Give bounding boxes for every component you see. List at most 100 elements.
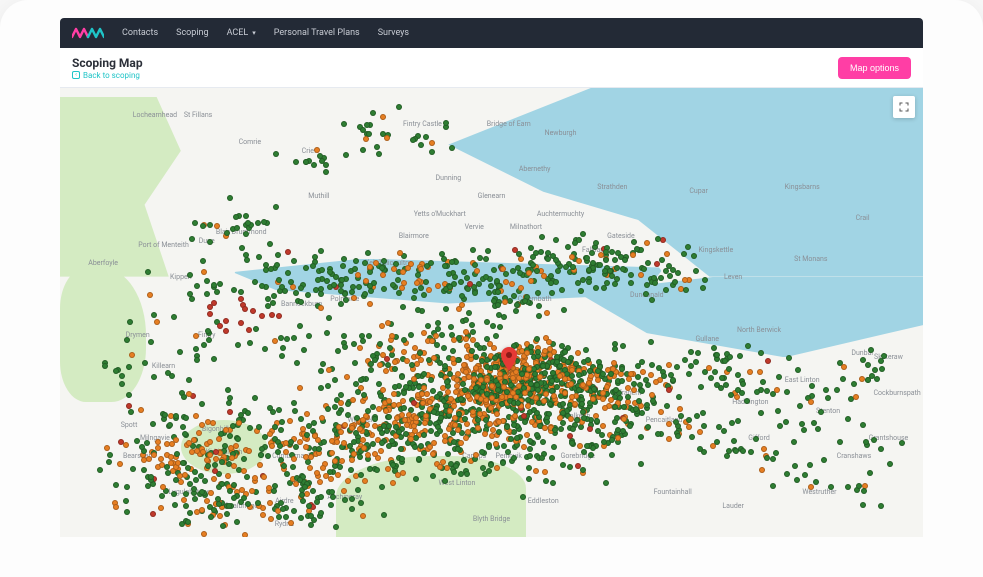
back-to-scoping-link[interactable]: ‹ Back to scoping <box>72 71 143 80</box>
data-point[interactable] <box>675 270 681 276</box>
data-point[interactable] <box>522 390 528 396</box>
data-point[interactable] <box>182 431 188 437</box>
data-point[interactable] <box>213 449 219 455</box>
data-point[interactable] <box>774 387 780 393</box>
data-point[interactable] <box>878 446 884 452</box>
data-point[interactable] <box>227 433 233 439</box>
data-point[interactable] <box>151 312 157 318</box>
data-point[interactable] <box>381 286 387 292</box>
data-point[interactable] <box>660 237 666 243</box>
data-point[interactable] <box>860 422 866 428</box>
data-point[interactable] <box>764 388 770 394</box>
data-point[interactable] <box>568 381 574 387</box>
data-point[interactable] <box>256 254 262 260</box>
data-point[interactable] <box>217 281 223 287</box>
data-point[interactable] <box>391 402 397 408</box>
data-point[interactable] <box>856 483 862 489</box>
data-point[interactable] <box>231 463 237 469</box>
data-point[interactable] <box>560 420 566 426</box>
data-point[interactable] <box>440 459 446 465</box>
data-point[interactable] <box>658 409 664 415</box>
data-point[interactable] <box>441 345 447 351</box>
data-point[interactable] <box>139 444 145 450</box>
data-point[interactable] <box>544 419 550 425</box>
data-point[interactable] <box>484 364 490 370</box>
data-point[interactable] <box>464 471 470 477</box>
data-point[interactable] <box>495 289 501 295</box>
data-point[interactable] <box>581 415 587 421</box>
data-point[interactable] <box>724 453 730 459</box>
data-point[interactable] <box>351 439 357 445</box>
data-point[interactable] <box>234 519 240 525</box>
data-point[interactable] <box>802 472 808 478</box>
data-point[interactable] <box>269 312 275 318</box>
data-point[interactable] <box>588 452 594 458</box>
data-point[interactable] <box>611 360 617 366</box>
data-point[interactable] <box>271 293 277 299</box>
data-point[interactable] <box>261 219 267 225</box>
data-point[interactable] <box>205 463 211 469</box>
data-point[interactable] <box>352 266 358 272</box>
data-point[interactable] <box>276 277 282 283</box>
data-point[interactable] <box>516 251 522 257</box>
data-point[interactable] <box>664 403 670 409</box>
data-point[interactable] <box>167 422 173 428</box>
data-point[interactable] <box>462 416 468 422</box>
data-point[interactable] <box>126 392 132 398</box>
data-point[interactable] <box>534 268 540 274</box>
data-point[interactable] <box>155 439 161 445</box>
data-point[interactable] <box>214 289 220 295</box>
data-point[interactable] <box>524 350 530 356</box>
data-point[interactable] <box>288 279 294 285</box>
data-point[interactable] <box>534 382 540 388</box>
data-point[interactable] <box>408 332 414 338</box>
data-point[interactable] <box>247 425 253 431</box>
data-point[interactable] <box>379 430 385 436</box>
data-point[interactable] <box>238 289 244 295</box>
data-point[interactable] <box>492 355 498 361</box>
data-point[interactable] <box>428 377 434 383</box>
data-point[interactable] <box>291 258 297 264</box>
data-point[interactable] <box>128 409 134 415</box>
data-point[interactable] <box>126 364 132 370</box>
data-point[interactable] <box>255 500 261 506</box>
data-point[interactable] <box>318 385 324 391</box>
data-point[interactable] <box>700 285 706 291</box>
data-point[interactable] <box>458 440 464 446</box>
data-point[interactable] <box>390 282 396 288</box>
data-point[interactable] <box>207 222 213 228</box>
data-point[interactable] <box>612 346 618 352</box>
data-point[interactable] <box>682 277 688 283</box>
data-point[interactable] <box>397 250 403 256</box>
data-point[interactable] <box>683 287 689 293</box>
data-point[interactable] <box>321 439 327 445</box>
data-point[interactable] <box>458 279 464 285</box>
data-point[interactable] <box>758 350 764 356</box>
data-point[interactable] <box>584 443 590 449</box>
data-point[interactable] <box>522 298 528 304</box>
data-point[interactable] <box>447 284 453 290</box>
data-point[interactable] <box>651 275 657 281</box>
data-point[interactable] <box>563 264 569 270</box>
data-point[interactable] <box>399 374 405 380</box>
data-point[interactable] <box>319 267 325 273</box>
data-point[interactable] <box>446 271 452 277</box>
data-point[interactable] <box>549 290 555 296</box>
data-point[interactable] <box>360 338 366 344</box>
data-point[interactable] <box>496 283 502 289</box>
data-point[interactable] <box>411 423 417 429</box>
data-point[interactable] <box>667 273 673 279</box>
data-point[interactable] <box>482 431 488 437</box>
data-point[interactable] <box>421 432 427 438</box>
data-point[interactable] <box>367 283 373 289</box>
data-point[interactable] <box>475 417 481 423</box>
data-point[interactable] <box>558 426 564 432</box>
data-point[interactable] <box>376 151 382 157</box>
data-point[interactable] <box>614 276 620 282</box>
data-point[interactable] <box>380 387 386 393</box>
data-point[interactable] <box>212 462 218 468</box>
data-point[interactable] <box>211 356 217 362</box>
data-point[interactable] <box>740 381 746 387</box>
data-point[interactable] <box>580 467 586 473</box>
data-point[interactable] <box>688 349 694 355</box>
